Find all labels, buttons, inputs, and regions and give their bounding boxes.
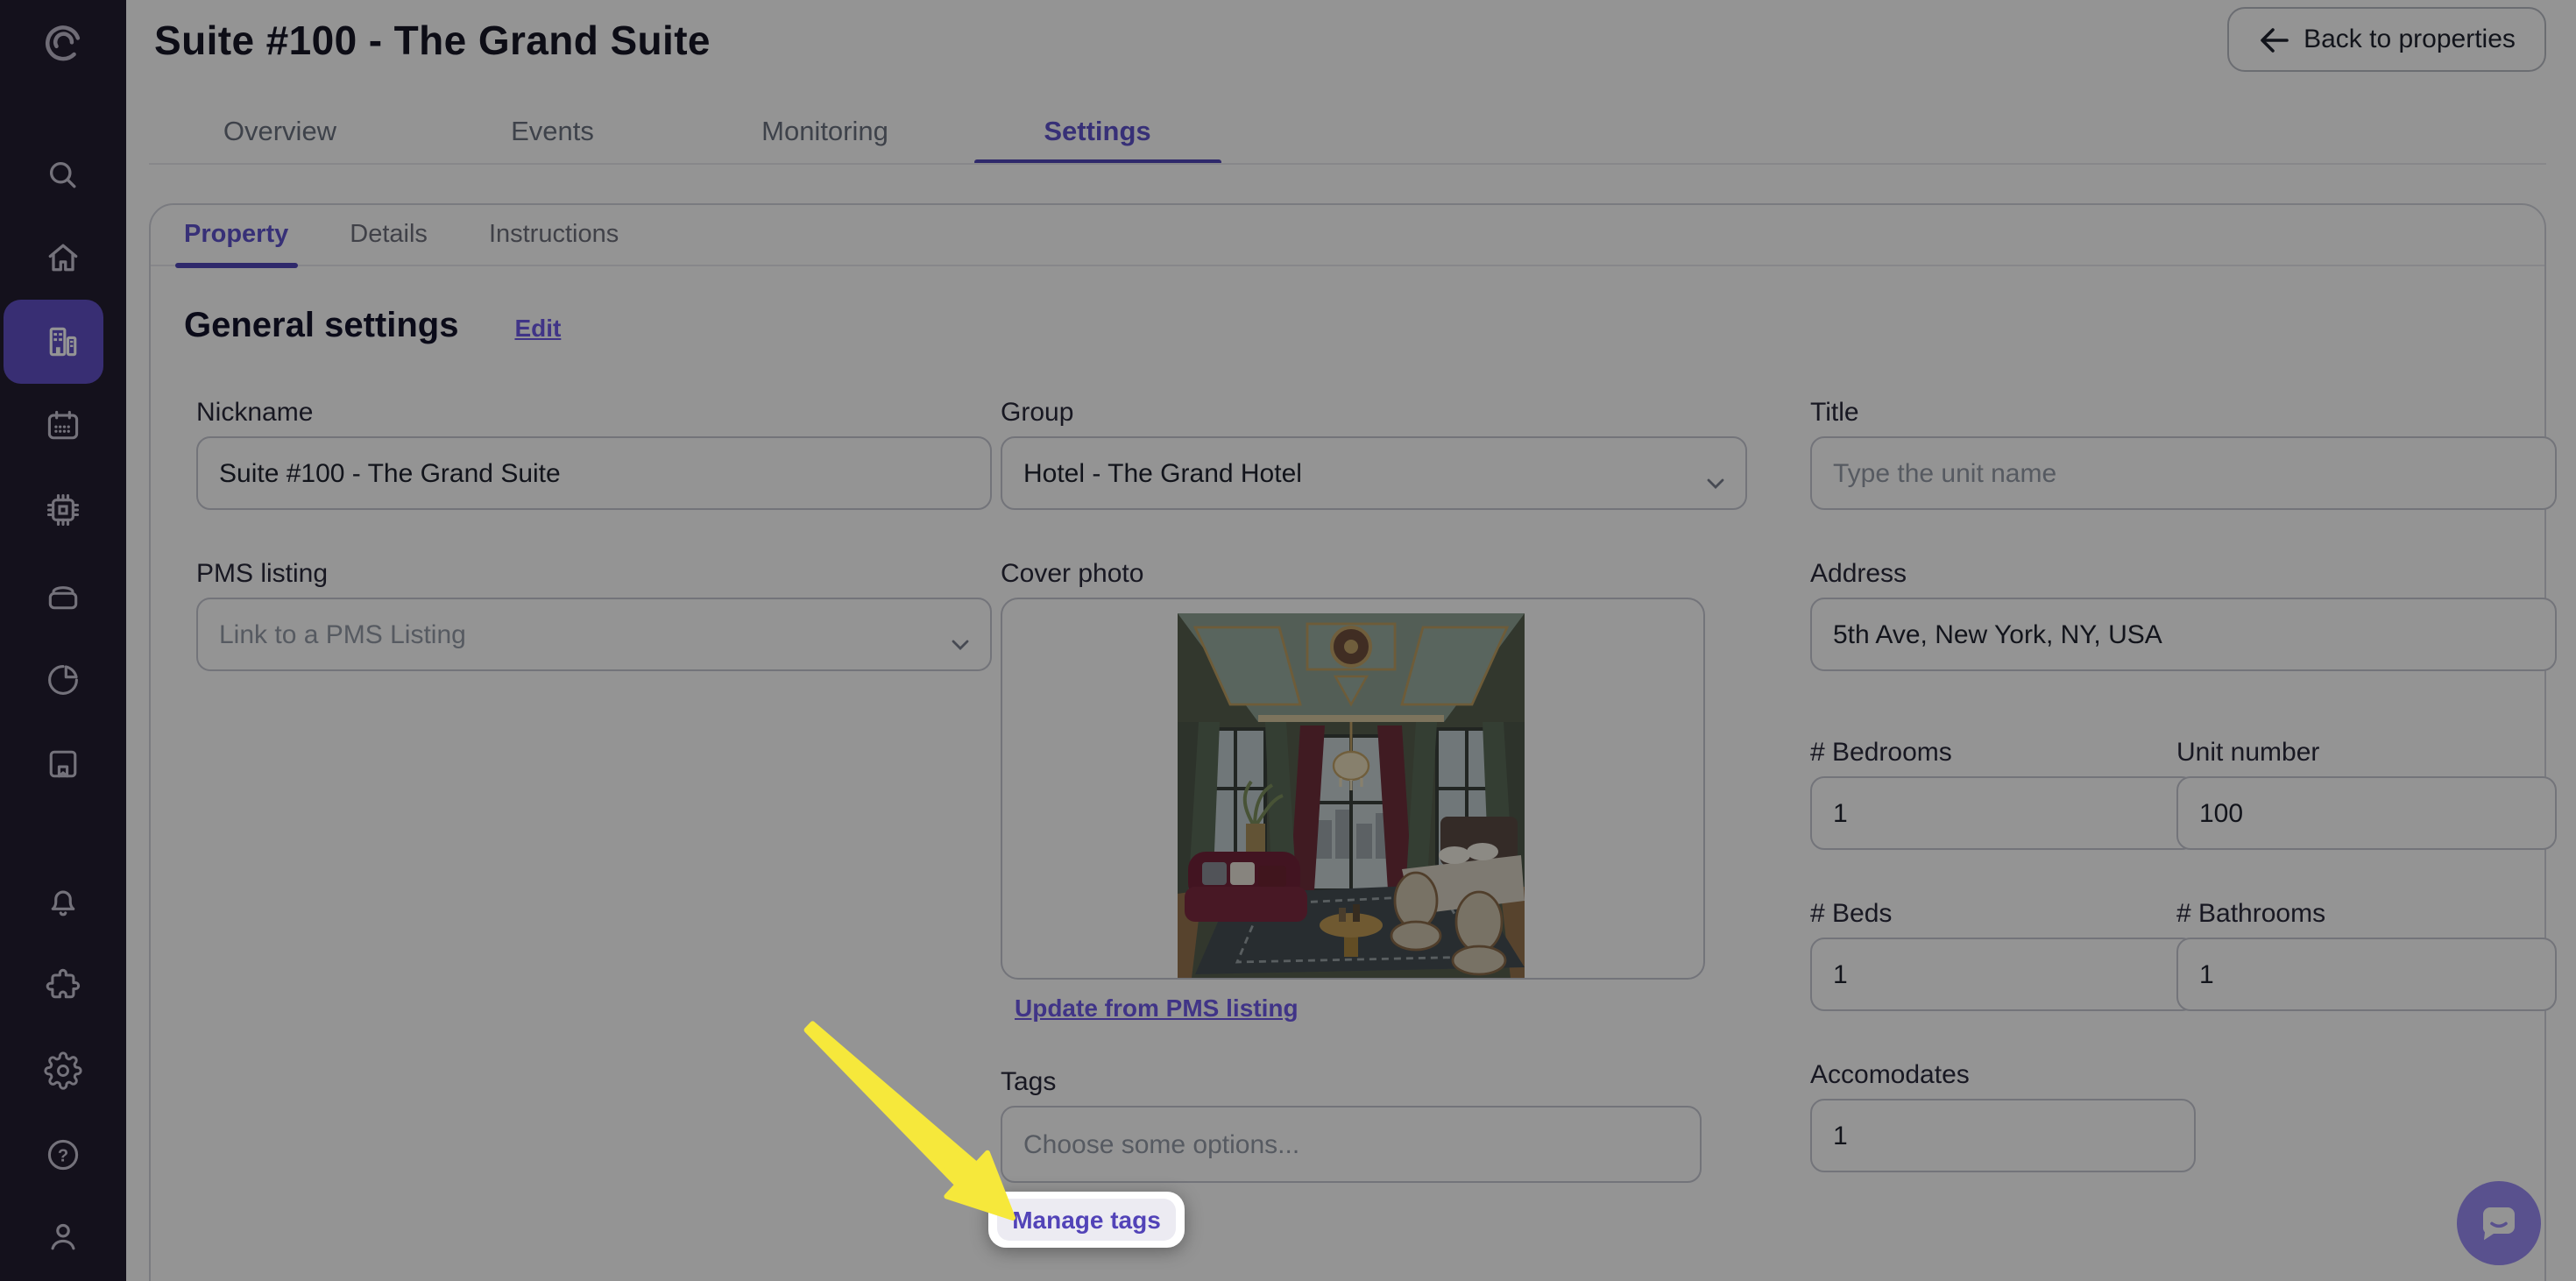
beds-input[interactable] (1810, 938, 2196, 1011)
group-label: Group (1001, 398, 1073, 428)
group-value: Hotel - The Grand Hotel (1023, 458, 1302, 488)
gear-icon[interactable] (44, 1051, 82, 1090)
help-icon[interactable]: ? (44, 1136, 82, 1174)
bell-icon[interactable] (44, 883, 82, 922)
title-label: Title (1810, 398, 1859, 428)
subtab-details[interactable]: Details (341, 204, 436, 265)
bathrooms-input[interactable] (2176, 938, 2557, 1011)
main-tabs: Overview Events Monitoring Settings (144, 102, 1234, 165)
unit-number-input[interactable] (2176, 776, 2557, 850)
group-select[interactable]: Hotel - The Grand Hotel (1001, 436, 1747, 510)
svg-text:?: ? (58, 1146, 68, 1165)
section-title: General settings (184, 307, 458, 347)
address-input[interactable] (1810, 598, 2557, 671)
calendar-icon[interactable] (44, 407, 82, 445)
bathrooms-label: # Bathrooms (2176, 899, 2325, 929)
subtab-property[interactable]: Property (175, 204, 297, 265)
pie-chart-icon[interactable] (44, 661, 82, 699)
pms-listing-select[interactable]: Link to a PMS Listing (196, 598, 992, 671)
pms-listing-label: PMS listing (196, 559, 328, 589)
back-button-label: Back to properties (2304, 25, 2516, 54)
sidebar: ? (0, 0, 126, 1281)
nickname-label: Nickname (196, 398, 313, 428)
tags-input[interactable] (1001, 1106, 1702, 1183)
search-icon[interactable] (44, 156, 82, 195)
device-chip-icon[interactable] (44, 491, 82, 529)
edit-link[interactable]: Edit (514, 314, 561, 342)
manage-tags-spotlight: Manage tags (988, 1192, 1185, 1248)
cover-photo-label: Cover photo (1001, 559, 1143, 589)
chat-widget-button[interactable] (2457, 1181, 2541, 1265)
chevron-down-icon (952, 628, 969, 640)
home-icon[interactable] (44, 238, 82, 277)
tab-overview[interactable]: Overview (144, 102, 416, 165)
tab-events[interactable]: Events (416, 102, 689, 165)
tags-label: Tags (1001, 1067, 1056, 1097)
chevron-down-icon (1707, 467, 1724, 479)
cover-photo-box[interactable] (1001, 598, 1705, 980)
back-to-properties-button[interactable]: Back to properties (2227, 7, 2546, 72)
app-logo[interactable] (37, 18, 89, 70)
app-root: ? Suite #100 - The Grand Suite Back to p… (0, 0, 2576, 1281)
accomodates-input[interactable] (1810, 1099, 2196, 1172)
settings-card: Property Details Instructions General se… (149, 203, 2546, 1281)
unit-number-label: Unit number (2176, 738, 2319, 768)
accomodates-label: Accomodates (1810, 1060, 1970, 1090)
tab-monitoring[interactable]: Monitoring (689, 102, 961, 165)
settings-subtabs: Property Details Instructions (151, 205, 2544, 266)
manage-tags-button[interactable]: Manage tags (997, 1199, 1176, 1241)
tab-settings[interactable]: Settings (961, 102, 1234, 165)
bedrooms-input[interactable] (1810, 776, 2196, 850)
subtab-instructions[interactable]: Instructions (480, 204, 627, 265)
user-icon[interactable] (44, 1218, 82, 1256)
title-input[interactable] (1810, 436, 2557, 510)
sidebar-item-properties[interactable] (4, 300, 103, 384)
beds-label: # Beds (1810, 899, 1892, 929)
cover-photo-image (1178, 613, 1525, 978)
page-title: Suite #100 - The Grand Suite (154, 18, 711, 65)
update-from-pms-link[interactable]: Update from PMS listing (1015, 994, 1299, 1022)
tabs-divider (149, 163, 2546, 165)
buildings-icon (44, 322, 82, 361)
nickname-input[interactable] (196, 436, 992, 510)
chat-bubble-icon (2478, 1202, 2520, 1244)
back-arrow-icon (2258, 27, 2288, 52)
pms-listing-placeholder: Link to a PMS Listing (219, 619, 466, 649)
puzzle-icon[interactable] (44, 966, 82, 1004)
inbox-icon[interactable] (44, 577, 82, 615)
address-label: Address (1810, 559, 1907, 589)
bedrooms-label: # Bedrooms (1810, 738, 1952, 768)
library-icon[interactable] (44, 745, 82, 783)
